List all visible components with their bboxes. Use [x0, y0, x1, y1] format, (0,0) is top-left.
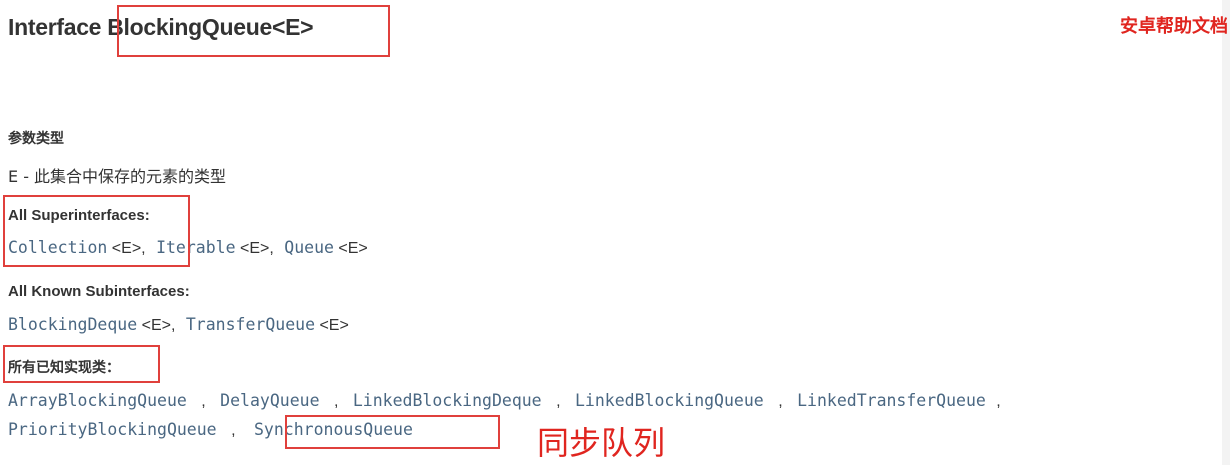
- type-params-heading: 参数类型: [8, 131, 64, 147]
- superinterface-generic: <E>: [240, 240, 270, 257]
- subinterfaces-heading: All Known Subinterfaces:: [8, 283, 190, 300]
- list-separator: ,: [231, 422, 236, 439]
- type-params-description: E - 此集合中保存的元素的类型: [8, 167, 227, 186]
- class-link-priorityblockingqueue[interactable]: PriorityBlockingQueue: [8, 420, 217, 439]
- list-separator: ,: [333, 393, 339, 410]
- class-link-linkedblockingdeque[interactable]: LinkedBlockingDeque: [353, 391, 542, 410]
- annotation-label: 同步队列: [537, 424, 666, 462]
- page-edge: [1222, 0, 1230, 465]
- subinterfaces-list: BlockingDeque <E>, TransferQueue <E>: [8, 315, 349, 335]
- brand-watermark: 安卓帮助文档: [1120, 16, 1228, 37]
- class-link-delayqueue[interactable]: DelayQueue: [220, 391, 319, 410]
- implementing-classes-highlight-box: [3, 345, 160, 383]
- superinterface-generic: <E>: [338, 240, 368, 257]
- title-highlight-box: [117, 5, 390, 57]
- subinterface-generic: <E>: [319, 317, 349, 334]
- list-separator: ,: [778, 393, 783, 410]
- list-separator: ,: [996, 393, 1001, 410]
- list-separator: ,: [269, 240, 274, 257]
- class-link-linkedblockingqueue[interactable]: LinkedBlockingQueue: [575, 391, 764, 410]
- subinterface-link-blockingdeque[interactable]: BlockingDeque: [8, 315, 137, 334]
- superinterfaces-highlight-box: [3, 195, 190, 267]
- list-separator: ,: [170, 317, 176, 334]
- subinterface-generic: <E>: [141, 317, 171, 334]
- title-prefix: Interface: [8, 14, 102, 40]
- implementing-classes-row-1: ArrayBlockingQueue , DelayQueue , Linked…: [8, 391, 1007, 411]
- synchronousqueue-highlight-box: [285, 415, 500, 449]
- class-link-linkedtransferqueue[interactable]: LinkedTransferQueue: [797, 391, 986, 410]
- class-link-arrayblockingqueue[interactable]: ArrayBlockingQueue: [8, 391, 187, 410]
- list-separator: ,: [556, 393, 561, 410]
- subinterface-link-transferqueue[interactable]: TransferQueue: [186, 315, 315, 334]
- superinterface-link-queue[interactable]: Queue: [284, 238, 334, 257]
- list-separator: ,: [201, 393, 206, 410]
